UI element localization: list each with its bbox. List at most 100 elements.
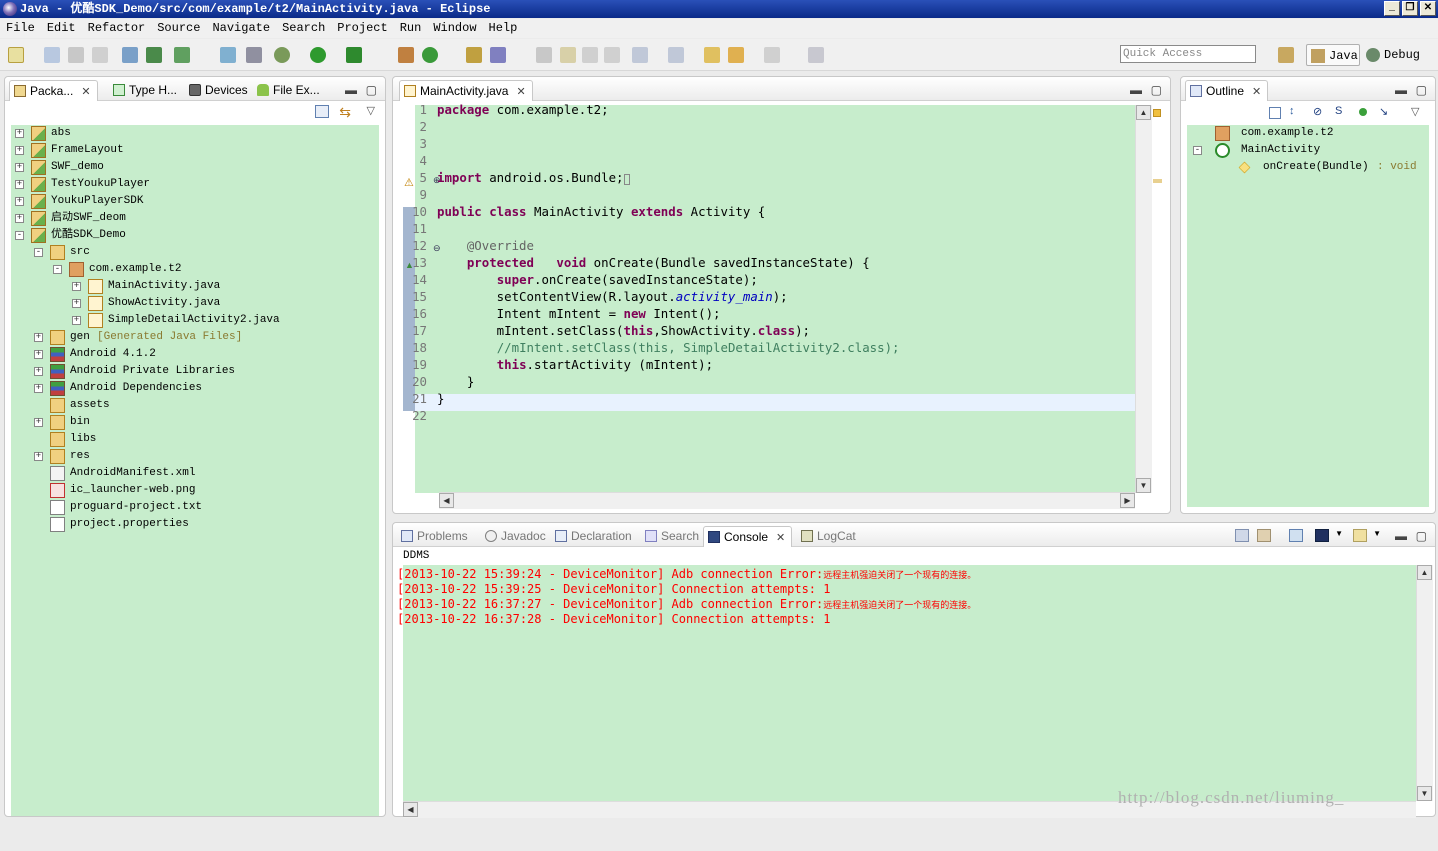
run-icon[interactable] [310, 47, 326, 63]
scroll-right-arrow[interactable]: ▶ [1120, 493, 1135, 508]
console-scroll-left-arrow[interactable]: ◀ [403, 802, 418, 817]
code-line[interactable]: 9 [409, 186, 1134, 203]
sort-icon[interactable]: ↕ [1289, 105, 1295, 117]
tab-logcat[interactable]: LogCat [797, 526, 856, 547]
menu-help[interactable]: Help [483, 19, 524, 38]
expand-icon[interactable]: + [72, 299, 81, 308]
outline-view-menu-icon[interactable]: ▽ [1411, 105, 1419, 118]
code-line[interactable]: 11 [409, 220, 1134, 237]
last-edit-location-icon[interactable] [704, 47, 720, 63]
tree-item[interactable]: ic_launcher-web.png [9, 482, 369, 499]
code-line[interactable]: 20 } [409, 373, 1134, 390]
expand-icon[interactable]: + [34, 418, 43, 427]
code-line[interactable]: 14 super.onCreate(savedInstanceState); [409, 271, 1134, 288]
menu-source[interactable]: Source [151, 19, 206, 38]
hide-non-public-icon[interactable] [1359, 108, 1367, 116]
console-output[interactable]: [2013-10-22 15:39:24 - DeviceMonitor] Ad… [397, 567, 1415, 627]
tree-item[interactable]: - 优酷SDK_Demo [9, 227, 369, 244]
show-whitespace-icon[interactable] [604, 47, 620, 63]
tree-item[interactable]: + Android 4.1.2 [9, 346, 369, 363]
close-tab-icon[interactable]: ✕ [516, 82, 525, 102]
code-line[interactable]: 4 [409, 152, 1134, 169]
close-outline-icon[interactable]: ✕ [1252, 82, 1261, 102]
code-line[interactable]: 13 protected void onCreate(Bundle savedI… [409, 254, 1134, 271]
console-vertical-scrollbar[interactable]: ▲ ▼ [1416, 565, 1433, 801]
code-line[interactable]: 16 Intent mIntent = new Intent(); [409, 305, 1134, 322]
debug-perspective-button[interactable]: Debug [1362, 44, 1422, 66]
menu-search[interactable]: Search [276, 19, 331, 38]
close-tab-icon[interactable]: ✕ [81, 82, 90, 102]
open-type-icon[interactable] [466, 47, 482, 63]
minimize-console-button[interactable]: ▬ [1395, 529, 1407, 543]
skip-breakpoints-icon[interactable] [246, 47, 262, 63]
expand-icon[interactable]: + [34, 333, 43, 342]
new-java-package-icon[interactable] [398, 47, 414, 63]
scroll-up-arrow[interactable]: ▲ [1136, 105, 1151, 120]
open-perspective-icon[interactable] [1278, 47, 1294, 63]
tree-item[interactable]: + SWF_demo [9, 159, 369, 176]
code-line[interactable]: 5 import android.os.Bundle; [409, 169, 1134, 186]
hide-fields-icon[interactable]: ⊘ [1313, 105, 1322, 118]
tab-outline[interactable]: Outline ✕ [1185, 80, 1269, 102]
collapse-all-icon[interactable] [1269, 107, 1281, 119]
back-icon[interactable] [728, 47, 744, 63]
clear-console-icon[interactable] [1235, 529, 1249, 542]
outline-item[interactable]: onCreate(Bundle) : void [1187, 159, 1423, 176]
expand-icon[interactable]: + [15, 180, 24, 189]
code-line[interactable]: 1 package com.example.t2; [409, 101, 1134, 118]
tree-item[interactable]: + ShowActivity.java [9, 295, 369, 312]
menu-project[interactable]: Project [331, 19, 393, 38]
hide-static-icon[interactable]: S [1335, 105, 1342, 117]
avd-manager-icon[interactable] [146, 47, 162, 63]
tree-item[interactable]: + YoukuPlayerSDK [9, 193, 369, 210]
tab-package-explorer[interactable]: Packa... ✕ [9, 80, 98, 101]
expand-icon[interactable]: + [72, 316, 81, 325]
tree-item[interactable]: assets [9, 397, 369, 414]
code-line[interactable]: 3 [409, 135, 1134, 152]
quick-access-input[interactable]: Quick Access [1120, 45, 1256, 63]
editor-horizontal-scrollbar[interactable]: ◀ ▶ [439, 492, 1135, 509]
tree-item[interactable]: + MainActivity.java [9, 278, 369, 295]
save-all-icon[interactable] [68, 47, 84, 63]
open-console-icon[interactable] [1353, 529, 1367, 542]
minimize-editor-button[interactable]: ▬ [1130, 83, 1142, 97]
previous-annotation-icon[interactable] [668, 47, 684, 63]
console-scroll-down-arrow[interactable]: ▼ [1417, 786, 1432, 801]
tree-item[interactable]: - com.example.t2 [9, 261, 369, 278]
tree-item[interactable]: project.properties [9, 516, 369, 533]
tree-item[interactable]: libs [9, 431, 369, 448]
view-menu-icon[interactable]: ▽ [367, 104, 375, 117]
search-icon[interactable] [490, 47, 506, 63]
link-with-editor-icon[interactable]: ⇆ [339, 104, 351, 121]
minimize-view-button[interactable]: ▬ [345, 83, 357, 97]
tab-javadoc[interactable]: Javadoc [481, 526, 546, 547]
collapse-icon[interactable]: - [53, 265, 62, 274]
code-line[interactable]: 15 setContentView(R.layout.activity_main… [409, 288, 1134, 305]
next-annotation-icon[interactable] [632, 47, 648, 63]
maximize-editor-button[interactable]: ▢ [1151, 83, 1162, 97]
new-icon[interactable] [8, 47, 24, 63]
code-line[interactable]: 12 @Override [409, 237, 1134, 254]
maximize-outline-button[interactable]: ▢ [1416, 83, 1427, 97]
scroll-left-arrow[interactable]: ◀ [439, 493, 454, 508]
console-scroll-up-arrow[interactable]: ▲ [1417, 565, 1432, 580]
display-console-icon[interactable] [1315, 529, 1329, 542]
code-line[interactable]: 2 [409, 118, 1134, 135]
print-icon[interactable] [92, 47, 108, 63]
collapse-all-icon[interactable] [315, 105, 329, 118]
pin-console-icon[interactable] [1289, 529, 1303, 542]
tree-item[interactable]: + TestYoukuPlayer [9, 176, 369, 193]
code-line[interactable]: 18 //mIntent.setClass(this, SimpleDetail… [409, 339, 1134, 356]
tree-item[interactable]: + Android Dependencies [9, 380, 369, 397]
new-java-class-icon[interactable] [422, 47, 438, 63]
expand-icon[interactable]: + [72, 282, 81, 291]
tree-item[interactable]: - src [9, 244, 369, 261]
restore-button[interactable]: ❐ [1402, 1, 1418, 16]
tree-item[interactable]: + gen [Generated Java Files] [9, 329, 369, 346]
expand-icon[interactable]: + [15, 146, 24, 155]
block-selection-icon[interactable] [582, 47, 598, 63]
expand-icon[interactable]: + [34, 452, 43, 461]
menu-run[interactable]: Run [394, 19, 428, 38]
hide-local-types-icon[interactable]: ↘ [1379, 105, 1388, 118]
new-android-project-icon[interactable] [220, 47, 236, 63]
